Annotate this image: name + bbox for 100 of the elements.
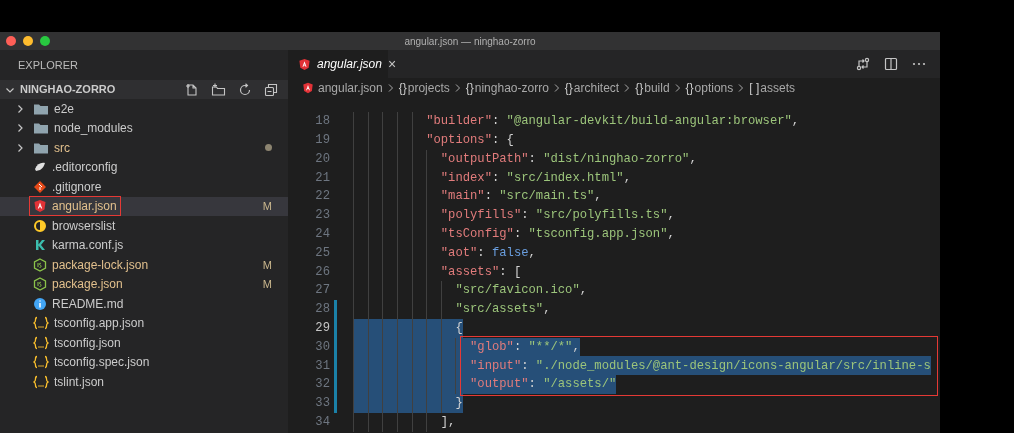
file-name: node_modules	[54, 120, 133, 138]
explorer-item[interactable]: package-lock.json M	[0, 255, 288, 275]
angular-shield-icon	[298, 57, 311, 71]
line-number: 20	[314, 150, 330, 168]
explorer-item[interactable]: browserslist	[0, 216, 288, 236]
folder-icon	[33, 121, 49, 136]
project-header[interactable]: NINGHAO-ZORRO	[0, 80, 288, 99]
chevron-right-icon	[737, 83, 746, 93]
collapse-all-icon[interactable]	[264, 82, 278, 97]
explorer-item[interactable]: .editorconfig	[0, 157, 288, 177]
code-line: "builder": "@angular-devkit/build-angular:browser",	[353, 112, 800, 131]
ring-icon	[33, 218, 47, 233]
code-line: "aot": false,	[353, 243, 536, 263]
close-tab-button[interactable]: ×	[387, 53, 397, 75]
explorer-item[interactable]: README.md	[0, 294, 288, 314]
symbol-glyph: {}	[465, 80, 474, 97]
tab-label: angular.json	[317, 56, 382, 73]
curly-braces-icon	[33, 355, 49, 370]
file-name: package-lock.json	[52, 256, 149, 274]
chevron-right-icon	[673, 83, 682, 93]
breadcrumb-item[interactable]: projects	[407, 79, 450, 97]
file-name: README.md	[52, 295, 124, 313]
file-name: angular.json	[52, 198, 117, 216]
code-line: "src/assets",	[353, 299, 551, 319]
chevron-right-icon	[386, 83, 395, 93]
line-number: 27	[314, 282, 330, 300]
explorer-item[interactable]: karma.conf.js	[0, 235, 288, 255]
code-line: ],	[353, 412, 456, 432]
file-name: .gitignore	[52, 178, 102, 196]
close-window-button[interactable]	[6, 36, 16, 46]
code-line: "tsConfig": "tsconfig.app.json",	[353, 224, 675, 244]
file-name: karma.conf.js	[52, 237, 124, 255]
symbol-glyph: [ ]	[749, 80, 760, 97]
angular-shield-icon	[33, 199, 47, 214]
breadcrumb-item[interactable]: options	[694, 79, 734, 97]
file-name: tslint.json	[54, 373, 105, 391]
curly-braces-icon	[33, 316, 49, 331]
code-line: "src/favicon.ico",	[353, 281, 588, 300]
symbol-glyph: {}	[564, 80, 573, 97]
line-number: 32	[314, 376, 330, 394]
code-line: "main": "src/main.ts",	[353, 187, 602, 206]
breadcrumb-item[interactable]: architect	[573, 79, 620, 97]
code-line: "outputPath": "dist/ninghao-zorro",	[353, 149, 697, 169]
line-number: 25	[314, 244, 330, 262]
explorer-item[interactable]: tsconfig.app.json	[0, 313, 288, 333]
explorer-item[interactable]: package.json M	[0, 274, 288, 294]
file-name: browserslist	[52, 217, 116, 235]
line-number: 21	[314, 169, 330, 187]
git-status: M	[262, 199, 272, 214]
info-icon	[33, 296, 47, 311]
chevron-right-icon	[552, 83, 561, 93]
file-name: .editorconfig	[52, 159, 118, 177]
explorer-item[interactable]: tslint.json	[0, 372, 288, 392]
curly-braces-icon	[33, 374, 49, 389]
line-number: 26	[314, 263, 330, 281]
file-name: tsconfig.app.json	[54, 315, 145, 333]
explorer-item[interactable]: tsconfig.spec.json	[0, 352, 288, 372]
hexagon-icon	[33, 277, 47, 292]
breadcrumb-item[interactable]: build	[644, 79, 670, 97]
letter-k-icon	[33, 238, 47, 253]
hexagon-icon	[33, 257, 47, 272]
explorer-item[interactable]: tsconfig.json	[0, 333, 288, 353]
explorer-item[interactable]: src	[0, 138, 288, 158]
project-name: NINGHAO-ZORRO	[20, 82, 116, 98]
refresh-icon[interactable]	[238, 82, 252, 97]
line-number: 30	[314, 338, 330, 356]
line-number: 28	[314, 301, 330, 319]
breadcrumb-item[interactable]: assets	[760, 79, 795, 97]
symbol-glyph: {}	[398, 80, 407, 97]
new-file-icon[interactable]	[185, 82, 199, 97]
explorer-item[interactable]: .gitignore	[0, 177, 288, 197]
code-line: "options": {	[353, 130, 514, 150]
window-title: angular.json — ninghao-zorro	[404, 34, 536, 49]
chevron-right-icon	[623, 83, 632, 93]
chevron-right-icon	[453, 83, 462, 93]
file-name: tsconfig.json	[54, 334, 121, 352]
minimize-window-button[interactable]	[23, 36, 33, 46]
maximize-window-button[interactable]	[40, 36, 50, 46]
split-editor-icon[interactable]	[884, 57, 898, 71]
compare-changes-icon[interactable]	[856, 57, 870, 71]
explorer-item[interactable]: node_modules	[0, 118, 288, 138]
symbol-glyph: {}	[635, 80, 644, 97]
curly-braces-icon	[33, 335, 49, 350]
file-name: package.json	[52, 276, 123, 294]
code-line: "index": "src/index.html",	[353, 168, 631, 188]
explorer-item[interactable]: e2e	[0, 99, 288, 119]
new-folder-icon[interactable]	[211, 82, 226, 97]
git-diamond-icon	[33, 179, 47, 194]
git-status: M	[262, 257, 272, 273]
line-number: 19	[314, 132, 330, 150]
breadcrumb-item[interactable]: angular.json	[318, 79, 383, 97]
line-number: 34	[314, 414, 330, 431]
explorer-item[interactable]: angular.json M	[0, 196, 288, 216]
breadcrumb-item[interactable]: ninghao-zorro	[474, 79, 549, 97]
line-number: 18	[314, 113, 330, 131]
more-actions-icon[interactable]	[912, 62, 926, 66]
file-name: src	[54, 139, 70, 157]
code-line: "assets": [	[353, 262, 522, 282]
angular-shield-icon	[302, 82, 314, 94]
code-line: "polyfills": "src/polyfills.ts",	[353, 206, 675, 225]
